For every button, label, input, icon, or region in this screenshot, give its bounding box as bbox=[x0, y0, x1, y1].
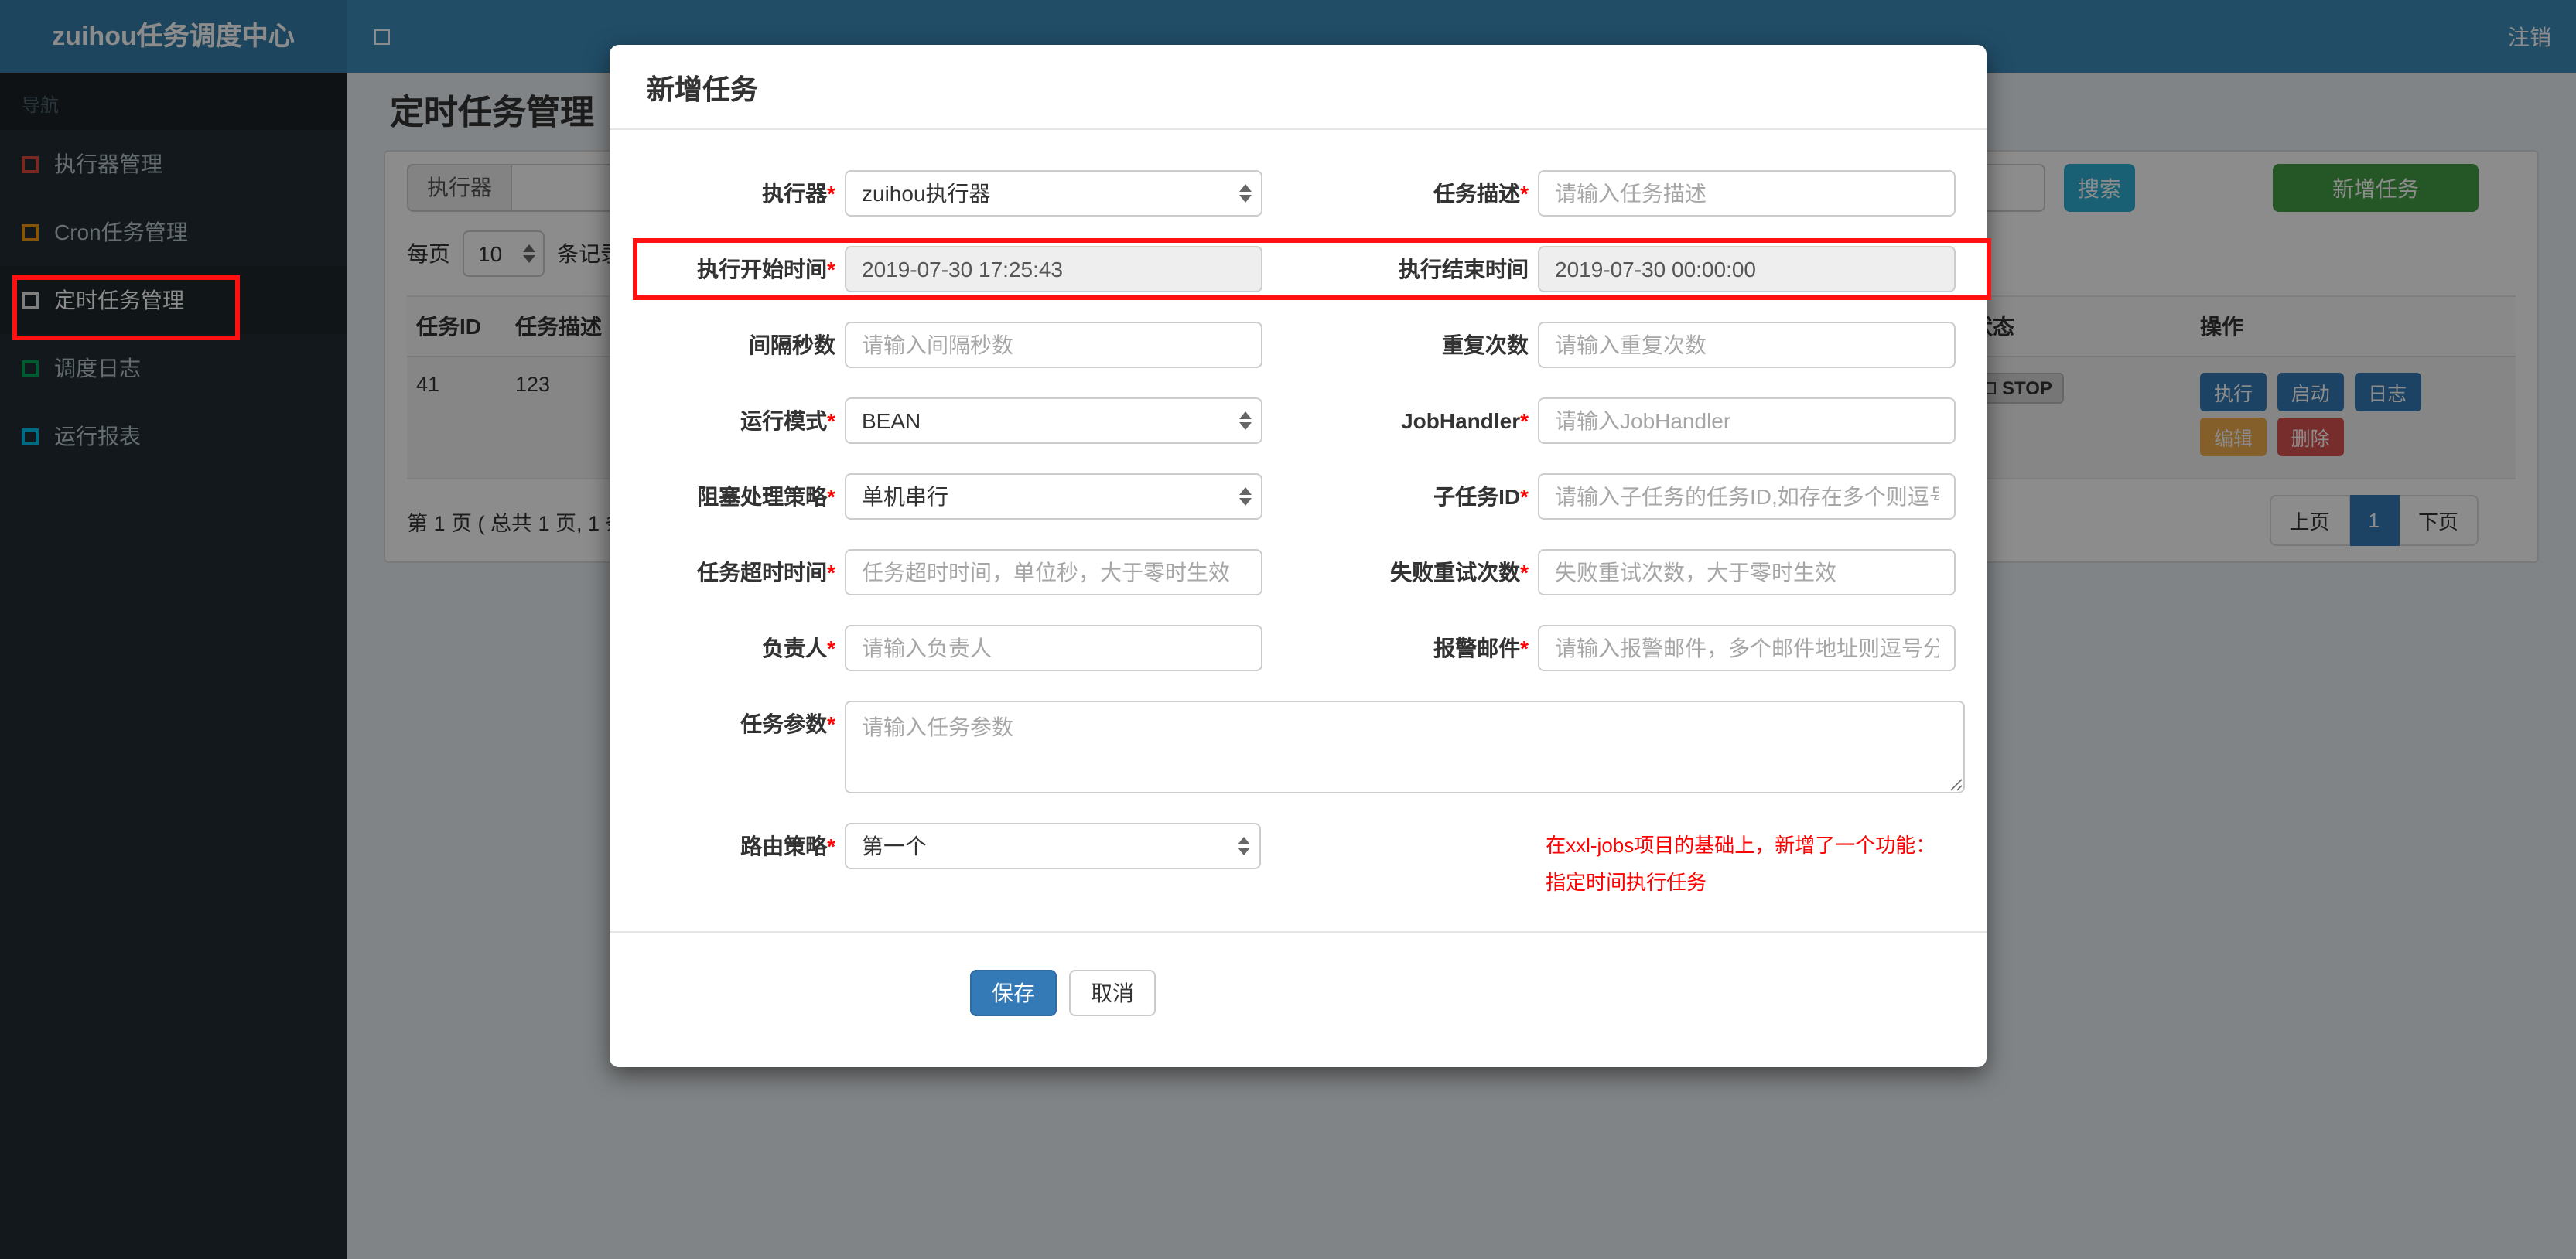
block-strategy-label: 阻塞处理策略* bbox=[697, 484, 835, 509]
cancel-button[interactable]: 取消 bbox=[1069, 970, 1156, 1016]
glue-type-label: 运行模式* bbox=[740, 408, 835, 433]
required-mark: * bbox=[1520, 484, 1529, 509]
route-strategy-select[interactable]: 第一个 bbox=[845, 823, 1262, 869]
child-jobid-label: 子任务ID* bbox=[1433, 484, 1529, 509]
required-mark: * bbox=[827, 181, 835, 206]
executor-select-value: zuihou执行器 bbox=[862, 181, 991, 206]
repeat-label: 重复次数 bbox=[1442, 333, 1529, 357]
end-time-label: 执行结束时间 bbox=[1399, 257, 1529, 281]
modal-footer: 保存 取消 bbox=[610, 931, 1987, 1067]
modal-header: 新增任务 bbox=[610, 45, 1987, 130]
app-root: zuihou任务调度中心 注销 导航 执行器管理 Cron任务管理 定时任务管理… bbox=[0, 0, 2576, 1259]
save-button[interactable]: 保存 bbox=[970, 970, 1057, 1016]
executor-select[interactable]: zuihou执行器 bbox=[845, 170, 1262, 217]
author-input[interactable] bbox=[845, 625, 1262, 671]
form-row-executor-desc: 执行器* zuihou执行器 任务描述* bbox=[631, 170, 1987, 217]
form-row-interval-repeat: 间隔秒数 重复次数 bbox=[631, 322, 1987, 368]
job-param-label: 任务参数* bbox=[740, 711, 835, 736]
add-task-modal: 新增任务 执行器* zuihou执行器 任务描述* 执行开始时间* 执行结束时间 bbox=[610, 45, 1991, 1067]
form-row-route-strategy: 路由策略* 第一个 在xxl-jobs项目的基础上，新增了一个功能： 指定时间执… bbox=[631, 823, 1987, 902]
author-label: 负责人* bbox=[762, 636, 835, 660]
form-row-gluetype-jobhandler: 运行模式* BEAN JobHandler* bbox=[631, 397, 1987, 444]
form-row-author-email: 负责人* 报警邮件* bbox=[631, 625, 1987, 671]
block-strategy-select[interactable]: 单机串行 bbox=[845, 473, 1262, 520]
timeout-label: 任务超时时间* bbox=[697, 560, 835, 585]
select-arrows-icon bbox=[1239, 487, 1252, 506]
form-row-blockstrategy-childjob: 阻塞处理策略* 单机串行 子任务ID* bbox=[631, 473, 1987, 520]
select-arrows-icon bbox=[1238, 837, 1251, 855]
route-strategy-select-value: 第一个 bbox=[862, 834, 927, 858]
start-time-label: 执行开始时间* bbox=[697, 257, 835, 281]
required-mark: * bbox=[827, 636, 835, 660]
required-mark: * bbox=[1520, 560, 1529, 585]
timeout-input[interactable] bbox=[845, 549, 1262, 595]
child-jobid-input[interactable] bbox=[1538, 473, 1956, 520]
executor-label: 执行器* bbox=[762, 181, 835, 206]
required-mark: * bbox=[827, 560, 835, 585]
task-desc-label: 任务描述* bbox=[1433, 181, 1529, 206]
block-strategy-select-value: 单机串行 bbox=[862, 484, 948, 509]
feature-note-text: 在xxl-jobs项目的基础上，新增了一个功能： 指定时间执行任务 bbox=[1546, 834, 1936, 894]
required-mark: * bbox=[827, 834, 835, 858]
form-row-start-end-time: 执行开始时间* 执行结束时间 bbox=[631, 238, 1991, 300]
fail-retry-label: 失败重试次数* bbox=[1390, 560, 1529, 585]
select-arrows-icon bbox=[1239, 411, 1252, 430]
route-strategy-label: 路由策略* bbox=[740, 834, 835, 858]
required-mark: * bbox=[827, 711, 835, 736]
modal-body: 执行器* zuihou执行器 任务描述* 执行开始时间* 执行结束时间 间隔秒数… bbox=[610, 130, 1991, 902]
form-row-timeout-failretry: 任务超时时间* 失败重试次数* bbox=[631, 549, 1987, 595]
modal-title: 新增任务 bbox=[647, 74, 758, 105]
interval-label: 间隔秒数 bbox=[749, 333, 835, 357]
repeat-input[interactable] bbox=[1538, 322, 1956, 368]
required-mark: * bbox=[1520, 636, 1529, 660]
end-time-input[interactable] bbox=[1538, 246, 1956, 292]
select-arrows-icon bbox=[1239, 184, 1252, 203]
alarm-email-input[interactable] bbox=[1538, 625, 1956, 671]
alarm-email-label: 报警邮件* bbox=[1433, 636, 1529, 660]
glue-type-select-value: BEAN bbox=[862, 408, 921, 433]
fail-retry-input[interactable] bbox=[1538, 549, 1956, 595]
task-desc-input[interactable] bbox=[1538, 170, 1956, 217]
job-handler-label: JobHandler* bbox=[1401, 408, 1529, 433]
required-mark: * bbox=[1520, 408, 1529, 433]
glue-type-select[interactable]: BEAN bbox=[845, 397, 1262, 444]
required-mark: * bbox=[827, 257, 835, 281]
required-mark: * bbox=[827, 408, 835, 433]
job-handler-input[interactable] bbox=[1538, 397, 1956, 444]
form-row-job-param: 任务参数* bbox=[631, 701, 1987, 793]
start-time-input[interactable] bbox=[845, 246, 1262, 292]
job-param-textarea[interactable] bbox=[845, 701, 1965, 793]
required-mark: * bbox=[827, 484, 835, 509]
interval-input[interactable] bbox=[845, 322, 1262, 368]
required-mark: * bbox=[1520, 181, 1529, 206]
